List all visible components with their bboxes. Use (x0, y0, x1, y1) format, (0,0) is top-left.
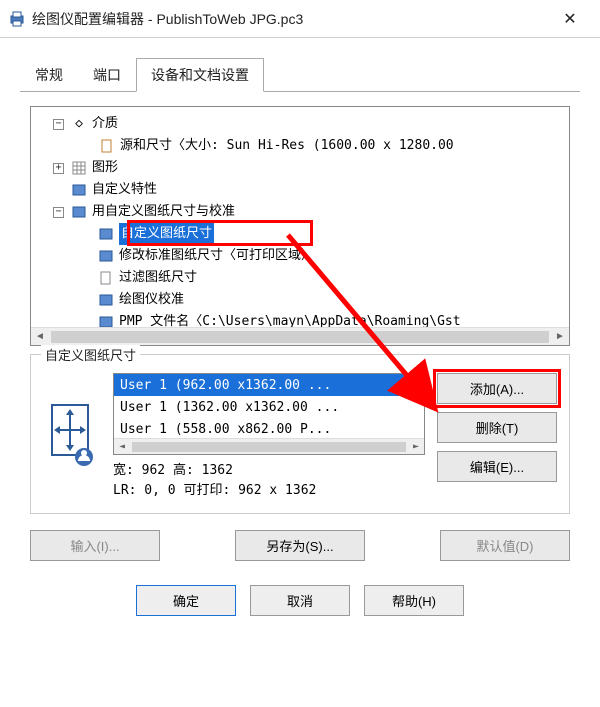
tree-label: 用自定义图纸尺寸与校准 (92, 201, 235, 223)
close-icon[interactable]: ✕ (548, 0, 592, 38)
tree-label: 自定义特性 (92, 179, 157, 201)
tab-ports[interactable]: 端口 (78, 58, 136, 92)
custom-paper-size-group: 自定义图纸尺寸 User 1 (962.00 x1362.00 ... User… (30, 354, 570, 514)
tree-label: 源和尺寸〈大小: Sun Hi-Res (1600.00 x 1280.00 (120, 135, 454, 157)
tree-node-custom-paper-size[interactable]: 自定义图纸尺寸 (37, 223, 565, 245)
horizontal-scrollbar[interactable]: ◄ ► (31, 327, 569, 345)
scroll-thumb[interactable] (51, 331, 549, 343)
help-button[interactable]: 帮助(H) (364, 585, 464, 616)
scroll-right-icon[interactable]: ► (551, 328, 569, 346)
scroll-right-icon[interactable]: ► (408, 441, 424, 452)
paper-size-list[interactable]: User 1 (962.00 x1362.00 ... User 1 (1362… (113, 373, 425, 455)
tree-label: 介质 (92, 113, 118, 135)
edit-button[interactable]: 编辑(E)... (437, 451, 557, 482)
add-button[interactable]: 添加(A)... (437, 373, 557, 404)
tree-label: 绘图仪校准 (119, 289, 184, 311)
scroll-thumb[interactable] (132, 442, 406, 452)
tree-node-source-size[interactable]: 源和尺寸〈大小: Sun Hi-Res (1600.00 x 1280.00 (37, 135, 565, 157)
tree-node-filter-size[interactable]: 过滤图纸尺寸 (37, 267, 565, 289)
size-info-line: 宽: 962 高: 1362 (113, 461, 425, 481)
printable-info-line: LR: 0, 0 可打印: 962 x 1362 (113, 481, 425, 501)
list-item[interactable]: User 1 (558.00 x862.00 P... (114, 418, 424, 440)
settings-tree[interactable]: − ◇ 介质 源和尺寸〈大小: Sun Hi-Res (1600.00 x 12… (31, 107, 569, 339)
collapse-icon[interactable]: − (53, 119, 64, 130)
ok-button[interactable]: 确定 (136, 585, 236, 616)
tab-general[interactable]: 常规 (20, 58, 78, 92)
tab-strip: 常规 端口 设备和文档设置 (0, 38, 600, 92)
default-button[interactable]: 默认值(D) (440, 530, 570, 561)
config-icon (97, 249, 115, 263)
tree-label: 自定义图纸尺寸 (119, 223, 214, 245)
paper-size-icon (43, 397, 101, 471)
printer-icon (8, 10, 26, 28)
tree-node-graphics[interactable]: + 图形 (37, 157, 565, 179)
grid-icon (70, 161, 88, 175)
tree-node-custom-props[interactable]: 自定义特性 (37, 179, 565, 201)
group-title: 自定义图纸尺寸 (41, 345, 140, 364)
cancel-button[interactable]: 取消 (250, 585, 350, 616)
tree-label: 图形 (92, 157, 118, 179)
delete-button[interactable]: 删除(T) (437, 412, 557, 443)
tree-label: 过滤图纸尺寸 (119, 267, 197, 289)
config-icon (70, 205, 88, 219)
expand-icon[interactable]: + (53, 163, 64, 174)
input-button[interactable]: 输入(I)... (30, 530, 160, 561)
config-icon (97, 227, 115, 241)
tree-node-modify-std-size[interactable]: 修改标准图纸尺寸〈可打印区域〉 (37, 245, 565, 267)
settings-tree-panel: − ◇ 介质 源和尺寸〈大小: Sun Hi-Res (1600.00 x 12… (30, 106, 570, 346)
tree-node-custom-size-calib[interactable]: − 用自定义图纸尺寸与校准 (37, 201, 565, 223)
tree-label: 修改标准图纸尺寸〈可打印区域〉 (119, 245, 314, 267)
page-icon (97, 271, 115, 285)
scroll-left-icon[interactable]: ◄ (31, 328, 49, 346)
tree-node-plotter-calib[interactable]: 绘图仪校准 (37, 289, 565, 311)
save-as-button[interactable]: 另存为(S)... (235, 530, 365, 561)
config-icon (97, 293, 115, 307)
diamond-icon: ◇ (70, 113, 88, 135)
tree-node-media[interactable]: − ◇ 介质 (37, 113, 565, 135)
scroll-left-icon[interactable]: ◄ (114, 441, 130, 452)
list-item[interactable]: User 1 (962.00 x1362.00 ... (114, 374, 424, 396)
config-icon (70, 183, 88, 197)
page-icon (98, 139, 116, 153)
list-item[interactable]: User 1 (1362.00 x1362.00 ... (114, 396, 424, 418)
window-title: 绘图仪配置编辑器 - PublishToWeb JPG.pc3 (32, 9, 548, 29)
collapse-icon[interactable]: − (53, 207, 64, 218)
tab-device-doc-settings[interactable]: 设备和文档设置 (136, 58, 264, 92)
horizontal-scrollbar[interactable]: ◄ ► (114, 438, 424, 454)
